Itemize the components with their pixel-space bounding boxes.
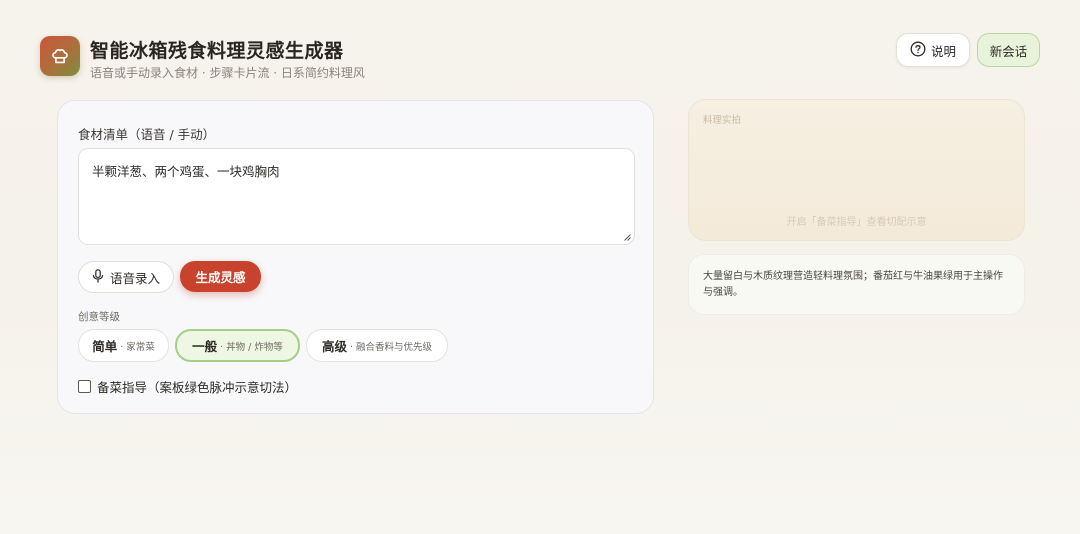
level-normal-desc: · 丼物 / 炸物等 <box>220 341 283 353</box>
question-circle-icon <box>910 41 926 60</box>
level-simple[interactable]: 简单 · 家常菜 <box>78 329 169 362</box>
level-normal[interactable]: 一般 · 丼物 / 炸物等 <box>175 329 300 362</box>
prep-guide-option[interactable]: 备菜指导（案板绿色脉冲示意切法） <box>78 377 297 396</box>
ingredients-textarea[interactable]: 半颗洋葱、两个鸡蛋、一块鸡胸肉 <box>78 148 635 245</box>
design-note-text: 大量留白与木质纹理营造轻料理氛围；番茄红与牛油果绿用于主操作与强调。 <box>703 271 1003 298</box>
level-simple-desc: · 家常菜 <box>120 341 155 353</box>
level-advanced[interactable]: 高级 · 融合香料与优先级 <box>306 329 448 362</box>
prep-guide-label: 备菜指导（案板绿色脉冲示意切法） <box>97 380 298 395</box>
level-advanced-desc: · 融合香料与优先级 <box>349 341 433 353</box>
ingredients-label: 食材清单（语音 / 手动） <box>78 127 216 142</box>
chef-hat-icon <box>40 36 80 76</box>
creativity-label: 创意等级 <box>78 311 120 323</box>
resize-handle-icon[interactable] <box>624 234 631 241</box>
generate-button[interactable]: 生成灵感 <box>180 261 261 292</box>
help-button[interactable]: 说明 <box>896 33 970 67</box>
help-button-label: 说明 <box>930 43 956 59</box>
preview-label: 料理实拍 <box>703 115 742 126</box>
ingredient-form-card: 食材清单（语音 / 手动） 半颗洋葱、两个鸡蛋、一块鸡胸肉 语音录入 生成灵感 … <box>57 100 654 414</box>
app-subtitle: 语音或手动录入食材 · 步骤卡片流 · 日系简约料理风 <box>90 66 365 80</box>
level-simple-name: 简单 <box>92 339 118 354</box>
level-normal-name: 一般 <box>192 339 218 354</box>
prep-guide-checkbox[interactable] <box>78 380 91 393</box>
design-note: 大量留白与木质纹理营造轻料理氛围；番茄红与牛油果绿用于主操作与强调。 <box>688 254 1025 315</box>
app-header: 智能冰箱残食料理灵感生成器 语音或手动录入食材 · 步骤卡片流 · 日系简约料理… <box>40 33 1040 82</box>
new-session-button[interactable]: 新会话 <box>977 33 1040 67</box>
voice-input-label: 语音录入 <box>109 270 160 286</box>
preview-hint: 开启「备菜指导」查看切配示意 <box>786 217 927 228</box>
new-session-label: 新会话 <box>989 43 1028 59</box>
level-advanced-name: 高级 <box>321 339 347 354</box>
dish-preview-panel: 料理实拍 开启「备菜指导」查看切配示意 <box>688 99 1025 241</box>
voice-input-button[interactable]: 语音录入 <box>78 261 174 293</box>
ingredients-value: 半颗洋葱、两个鸡蛋、一块鸡胸肉 <box>92 164 280 179</box>
app-title: 智能冰箱残食料理灵感生成器 <box>90 40 344 62</box>
microphone-icon <box>92 268 104 286</box>
